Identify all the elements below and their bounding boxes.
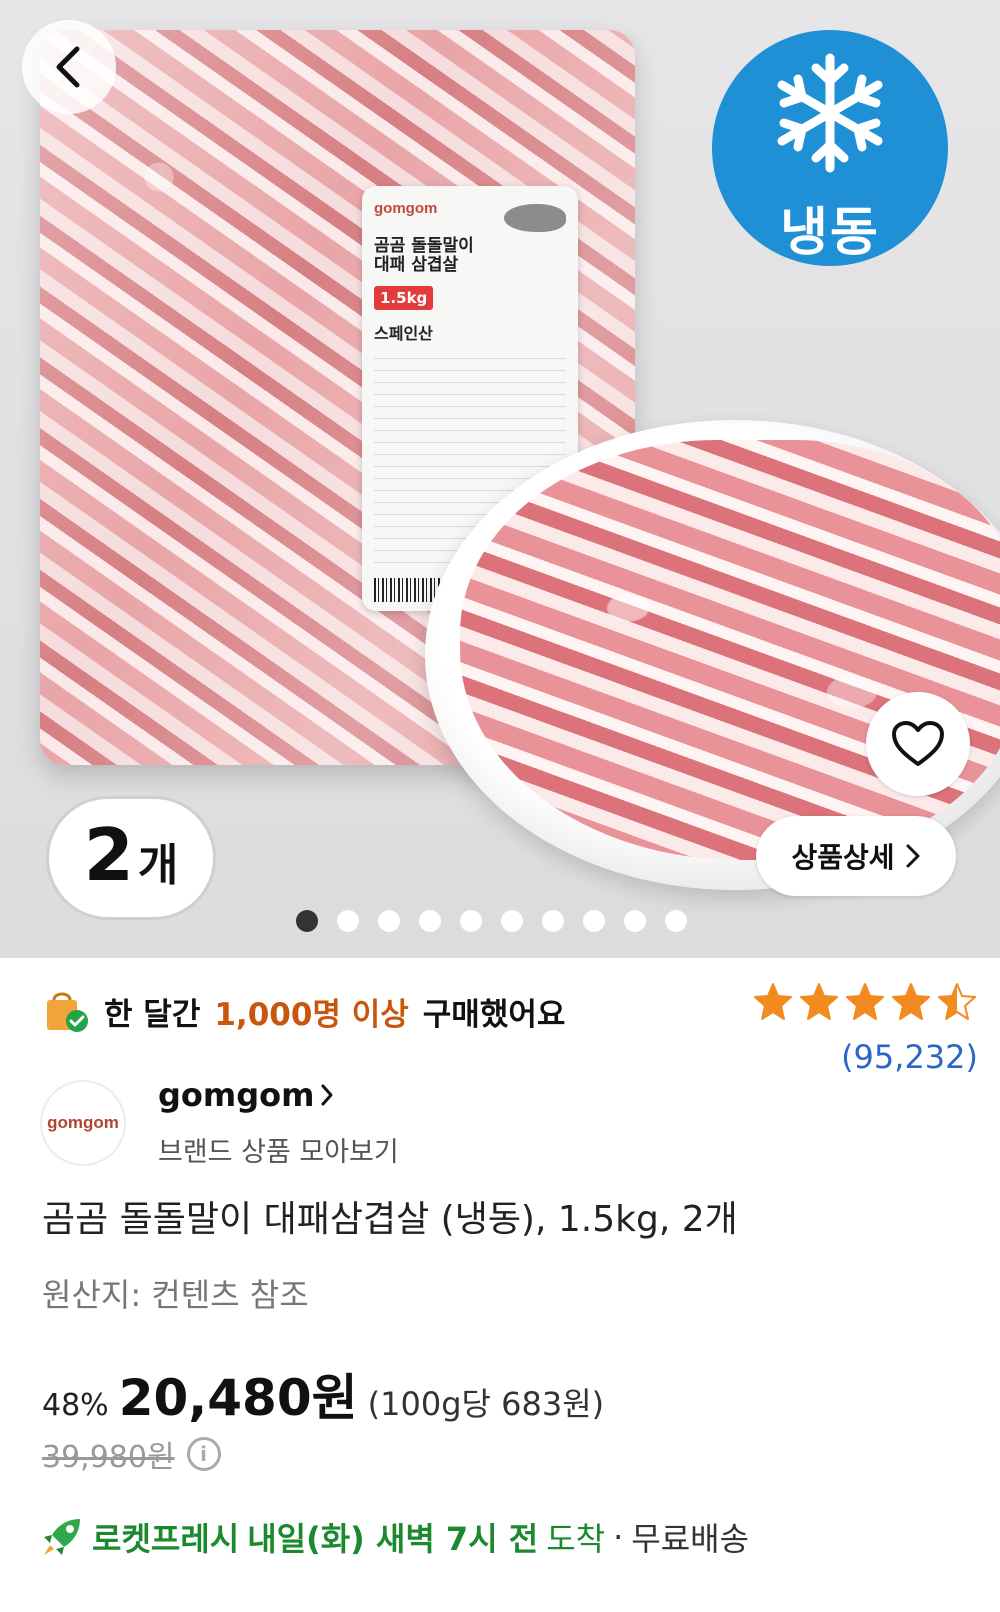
product-origin: 원산지: 컨텐츠 참조 [42,1276,309,1314]
carousel-dot[interactable] [542,910,564,932]
star-rating [752,982,978,1022]
rating[interactable]: (95,232) [752,982,978,1076]
original-price: 39,980원 [42,1440,175,1475]
frozen-badge: 냉동 [712,30,948,266]
carousel-dot[interactable] [583,910,605,932]
snowflake-icon [777,53,883,173]
carousel-dot[interactable] [460,910,482,932]
brand-logo: gomgom [40,1079,126,1166]
sale-price: 20,480원 [118,1369,358,1427]
carousel-dot[interactable] [378,910,400,932]
review-count[interactable]: (95,232) [752,1038,978,1076]
star-half-icon [938,983,976,1020]
product-title: 곰곰 돌돌말이 대패삼겹살 (냉동), 1.5kg, 2개 [42,1199,738,1240]
original-price-row: 39,980원 i [42,1432,221,1476]
price-row: 48% 20,480원 (100g당 683원) [42,1358,604,1430]
quantity-unit: 개 [137,840,179,891]
label-title-line-2: 대패 삼겹살 [374,254,459,275]
star-full-icon [754,983,792,1020]
carousel-indicator [296,910,687,932]
product-image-carousel[interactable]: gomgom 곰곰 돌돌말이 대패 삼겹살 1.5kg 스페인산 냉동 상품상세… [0,0,1000,958]
carousel-dot[interactable] [665,910,687,932]
quantity-badge: 2 개 [46,796,216,920]
purchase-suffix: 구매했어요 [422,996,566,1033]
carousel-dot[interactable] [624,910,646,932]
product-info: 한 달간 1,000명 이상 구매했어요 (95,232) gomgom gom… [0,958,1000,1612]
brand-products-link[interactable]: 브랜드 상품 모아보기 [158,1130,399,1169]
pig-illustration [504,204,566,232]
delivery-time: 내일(화) 새벽 7시 전 [247,1520,539,1558]
frozen-label: 냉동 [780,203,880,263]
chevron-left-icon [56,46,80,88]
rocket-fresh-label: 로켓프레시 [92,1520,240,1558]
label-title-line-1: 곰곰 돌돌말이 [374,236,474,256]
wishlist-button[interactable] [866,692,970,796]
star-full-icon [846,983,884,1020]
label-weight: 1.5kg [374,286,434,311]
discount-rate: 48% [42,1388,109,1423]
heart-icon [892,721,944,766]
label-origin: 스페인산 [374,324,433,344]
pork-rolls-image [460,440,1000,860]
chevron-right-icon [906,844,920,868]
delivery-info: 로켓프레시 내일(화) 새벽 7시 전 도착 · 무료배송 [40,1514,749,1560]
info-icon[interactable]: i [186,1437,221,1471]
carousel-dot[interactable] [296,910,318,932]
product-detail-button[interactable]: 상품상세 [756,816,956,896]
purchase-notice: 한 달간 1,000명 이상 구매했어요 [44,988,565,1034]
brand-section[interactable]: gomgom gomgom 브랜드 상품 모아보기 [40,1076,399,1169]
rocket-icon [44,1519,80,1555]
brand-name-link[interactable]: gomgom [158,1076,399,1114]
back-button[interactable] [22,20,116,114]
purchase-count: 1,000명 이상 [214,996,409,1033]
star-full-icon [800,983,838,1020]
label-title: 곰곰 돌돌말이 대패 삼겹살 [374,237,566,274]
delivery-arrive: 도착 [546,1520,606,1558]
chevron-right-icon [321,1084,333,1106]
unit-price: (100g당 683원) [367,1385,605,1423]
product-detail-label: 상품상세 [791,841,895,874]
shopping-bag-check-icon [47,992,88,1032]
carousel-dot[interactable] [419,910,441,932]
carousel-dot[interactable] [337,910,359,932]
purchase-prefix: 한 달간 [104,996,201,1033]
star-full-icon [892,983,930,1020]
delivery-separator: · [613,1518,624,1556]
free-shipping: 무료배송 [631,1520,750,1558]
brand-name: gomgom [158,1076,315,1114]
carousel-dot[interactable] [501,910,523,932]
quantity-number: 2 [83,813,134,897]
